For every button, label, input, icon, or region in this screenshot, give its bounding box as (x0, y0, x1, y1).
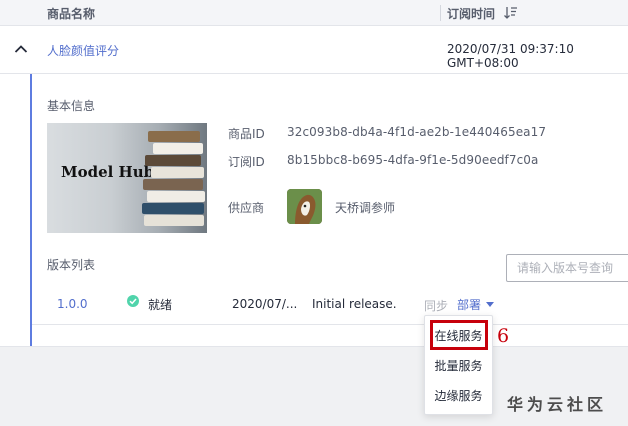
product-cover-image: Model Hub (47, 123, 207, 233)
annotation-step-number: 6 (497, 325, 510, 347)
cover-title: Model Hub (61, 163, 155, 181)
sync-button[interactable]: 同步 (424, 297, 448, 314)
table-header: 商品名称 订阅时间 (0, 0, 628, 26)
watermark-text: 华为云社区 (507, 395, 608, 414)
column-header-subscribe-time[interactable]: 订阅时间 (447, 5, 495, 22)
product-id-value: 32c093b8-db4a-4f1d-ae2b-1e440465ea17 (287, 125, 547, 139)
product-row: 人脸颜值评分 2020/07/31 09:37:10 GMT+08:00 (0, 26, 628, 74)
version-number-link[interactable]: 1.0.0 (57, 297, 88, 311)
product-subscribe-time: 2020/07/31 09:37:10 GMT+08:00 (447, 42, 574, 70)
product-name-link[interactable]: 人脸颜值评分 (47, 42, 119, 59)
column-header-product-name: 商品名称 (47, 7, 96, 21)
version-list-title: 版本列表 (47, 258, 96, 272)
supplier-label: 供应商 (228, 201, 265, 215)
column-divider (440, 5, 441, 21)
cover-book (148, 131, 200, 142)
cover-book (153, 143, 203, 154)
menu-item-edge-service[interactable]: 边缘服务 (425, 381, 492, 411)
status-ready-icon (127, 295, 139, 307)
cover-book (142, 203, 204, 214)
deploy-button[interactable]: 部署 (457, 296, 481, 313)
product-id-label: 商品ID (228, 127, 265, 141)
caret-down-icon[interactable] (486, 302, 494, 307)
cover-book (144, 215, 204, 226)
subscribe-id-label: 订阅ID (228, 155, 265, 169)
version-search-box (506, 254, 628, 282)
version-description: Initial release. (312, 297, 397, 311)
supplier-name: 天桥调参师 (335, 201, 396, 215)
cover-book (147, 191, 205, 202)
basic-info-title: 基本信息 (47, 99, 96, 113)
subscribe-id-value: 8b15bbc8-b695-4dfa-9f1e-5d90eedf7c0a (287, 153, 539, 167)
supplier-avatar (287, 189, 322, 224)
status-text: 就绪 (148, 298, 173, 312)
version-search-input[interactable] (507, 255, 628, 281)
cover-book (145, 155, 201, 166)
annotation-highlight-box (430, 320, 488, 350)
sort-icon[interactable] (504, 6, 518, 19)
avatar-image (287, 189, 322, 224)
menu-item-batch-service[interactable]: 批量服务 (425, 351, 492, 381)
cover-book (151, 167, 204, 178)
version-date: 2020/07/... (232, 297, 298, 311)
cover-book (143, 179, 203, 190)
chevron-up-icon[interactable] (14, 44, 28, 54)
